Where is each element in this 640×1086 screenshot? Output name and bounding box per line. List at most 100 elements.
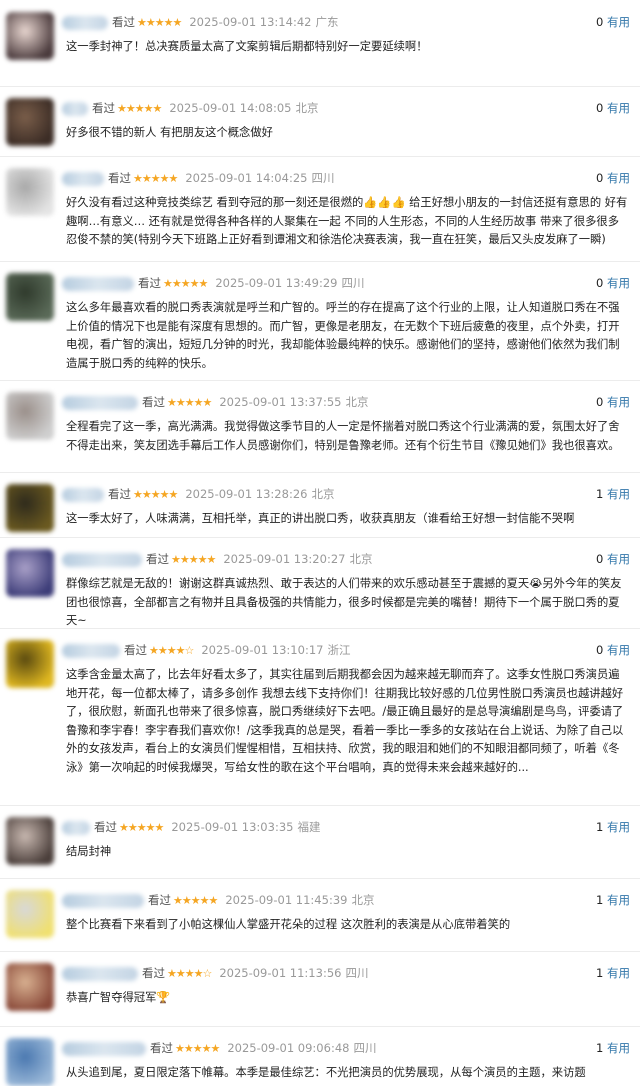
useful-label: 有用 [607, 487, 630, 501]
username-blurred[interactable] [62, 643, 120, 658]
rating-stars: ★★★★☆ [167, 967, 212, 980]
review-meta: 看过 ★★★★★ 2025-09-01 13:28:26 北京 1 有用 [62, 484, 630, 504]
useful-label: 有用 [607, 395, 630, 409]
review-meta: 看过 ★★★★★ 2025-09-01 13:20:27 北京 0 有用 [62, 549, 630, 569]
useful-button[interactable]: 0 有用 [596, 640, 630, 660]
useful-label: 有用 [607, 101, 630, 115]
username-blurred[interactable] [62, 1041, 146, 1056]
useful-button[interactable]: 0 有用 [596, 273, 630, 293]
useful-count: 1 [596, 487, 604, 501]
review-location: 广东 [315, 15, 339, 29]
useful-button[interactable]: 0 有用 [596, 168, 630, 188]
useful-button[interactable]: 0 有用 [596, 392, 630, 412]
review-meta: 看过 ★★★★☆ 2025-09-01 13:10:17 浙江 0 有用 [62, 640, 630, 660]
divider [0, 805, 640, 806]
review-location: 北京 [311, 487, 335, 501]
useful-count: 0 [596, 15, 604, 29]
username-blurred[interactable] [62, 15, 108, 30]
useful-label: 有用 [607, 966, 630, 980]
useful-count: 0 [596, 395, 604, 409]
review-location: 北京 [345, 395, 369, 409]
review-meta: 看过 ★★★★★ 2025-09-01 13:37:55 北京 0 有用 [62, 392, 630, 412]
username-blurred[interactable] [62, 276, 134, 291]
useful-button[interactable]: 1 有用 [596, 1038, 630, 1058]
review-time: 2025-09-01 11:45:39 [225, 893, 348, 907]
divider [0, 878, 640, 879]
review-time: 2025-09-01 13:10:17 [201, 643, 324, 657]
useful-count: 0 [596, 101, 604, 115]
watched-label: 看过 [94, 820, 117, 834]
rating-stars: ★★★★★ [163, 277, 208, 290]
useful-button[interactable]: 1 有用 [596, 817, 630, 837]
review-time: 2025-09-01 11:13:56 [219, 966, 342, 980]
username-blurred[interactable] [62, 101, 88, 116]
review-meta: 看过 ★★★★☆ 2025-09-01 11:13:56 四川 1 有用 [62, 963, 630, 983]
username-blurred[interactable] [62, 487, 104, 502]
useful-count: 1 [596, 966, 604, 980]
avatar[interactable] [6, 168, 54, 216]
divider [0, 156, 640, 157]
avatar[interactable] [6, 392, 54, 440]
username-blurred[interactable] [62, 820, 90, 835]
useful-button[interactable]: 1 有用 [596, 484, 630, 504]
useful-label: 有用 [607, 171, 630, 185]
avatar[interactable] [6, 549, 54, 597]
avatar[interactable] [6, 12, 54, 60]
review-content: 这一季封神了！总决赛质量太高了文案剪辑后期都特别好一定要延续啊！ [66, 40, 428, 53]
review-time: 2025-09-01 13:20:27 [223, 552, 346, 566]
useful-count: 1 [596, 820, 604, 834]
avatar[interactable] [6, 640, 54, 688]
useful-count: 0 [596, 171, 604, 185]
divider [0, 261, 640, 262]
review-content: 全程看完了这一季，高光满满。我觉得做这季节目的人一定是怀揣着对脱口秀这个行业满满… [66, 420, 620, 452]
username-blurred[interactable] [62, 395, 138, 410]
review-meta: 看过 ★★★★★ 2025-09-01 14:04:25 四川 0 有用 [62, 168, 630, 188]
useful-button[interactable]: 0 有用 [596, 549, 630, 569]
avatar[interactable] [6, 890, 54, 938]
review-location: 四川 [353, 1041, 377, 1055]
review-location: 四川 [341, 276, 365, 290]
review-list: 看过 ★★★★★ 2025-09-01 13:14:42 广东 0 有用 这一季封神了！总… [0, 0, 640, 1086]
avatar[interactable] [6, 1038, 54, 1086]
useful-count: 0 [596, 643, 604, 657]
watched-label: 看过 [142, 395, 165, 409]
review-location: 福建 [297, 820, 321, 834]
watched-label: 看过 [148, 893, 171, 907]
review-content: 群像综艺就是无敌的！谢谢这群真诚热烈、敢于表达的人们带来的欢乐感动甚至于震撼的夏… [66, 577, 622, 627]
rating-stars: ★★★★★ [133, 488, 178, 501]
username-blurred[interactable] [62, 893, 144, 908]
avatar[interactable] [6, 817, 54, 865]
username-blurred[interactable] [62, 552, 142, 567]
review-content: 这一季太好了，人味满满，互相托举，真正的讲出脱口秀，收获真朋友（谁看给王好想一封… [66, 512, 575, 525]
divider [0, 951, 640, 952]
username-blurred[interactable] [62, 171, 104, 186]
useful-label: 有用 [607, 552, 630, 566]
review-content: 好久没有看过这种竞技类综艺 看到夺冠的那一刻还是很燃的👍👍👍 给王好想小朋友的一… [66, 196, 628, 246]
useful-count: 0 [596, 276, 604, 290]
divider [0, 537, 640, 538]
useful-button[interactable]: 1 有用 [596, 890, 630, 910]
review-meta: 看过 ★★★★★ 2025-09-01 13:49:29 四川 0 有用 [62, 273, 630, 293]
useful-label: 有用 [607, 1041, 630, 1055]
review-meta: 看过 ★★★★★ 2025-09-01 13:03:35 福建 1 有用 [62, 817, 630, 837]
avatar[interactable] [6, 98, 54, 146]
avatar[interactable] [6, 484, 54, 532]
review-content: 从头追到尾，夏日限定落下帷幕。本季是最佳综艺：不光把演员的优势展现，从每个演员的… [66, 1066, 586, 1079]
rating-stars: ★★★★★ [173, 894, 218, 907]
useful-button[interactable]: 0 有用 [596, 98, 630, 118]
useful-label: 有用 [607, 15, 630, 29]
divider [0, 472, 640, 473]
review-location: 北京 [295, 101, 319, 115]
avatar[interactable] [6, 273, 54, 321]
useful-label: 有用 [607, 893, 630, 907]
divider [0, 628, 640, 629]
review-time: 2025-09-01 14:08:05 [169, 101, 292, 115]
review-meta: 看过 ★★★★★ 2025-09-01 11:45:39 北京 1 有用 [62, 890, 630, 910]
avatar[interactable] [6, 963, 54, 1011]
divider [0, 1026, 640, 1027]
review-meta: 看过 ★★★★★ 2025-09-01 14:08:05 北京 0 有用 [62, 98, 630, 118]
review-content: 好多很不错的新人 有把朋友这个概念做好 [66, 126, 273, 139]
useful-button[interactable]: 0 有用 [596, 12, 630, 32]
useful-button[interactable]: 1 有用 [596, 963, 630, 983]
username-blurred[interactable] [62, 966, 138, 981]
